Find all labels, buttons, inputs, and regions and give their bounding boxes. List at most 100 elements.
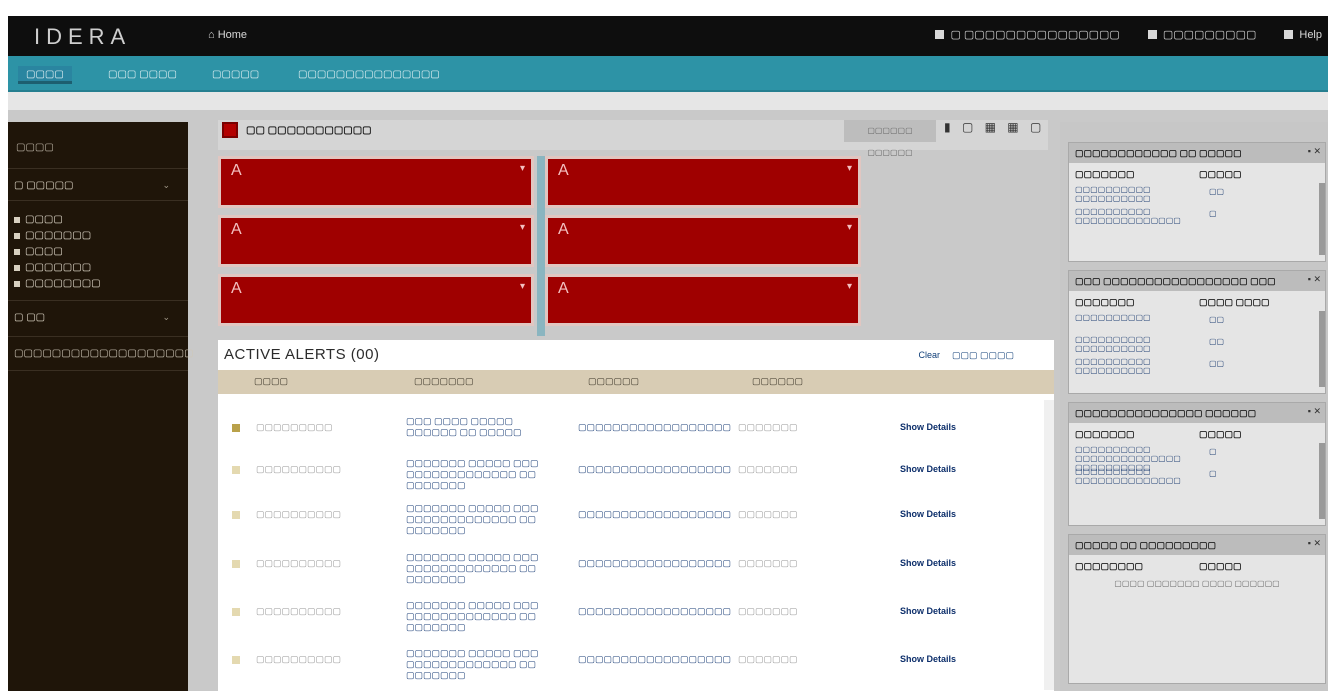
alert-icon: A	[231, 280, 242, 297]
clear-alerts-link[interactable]: Clear	[918, 350, 940, 361]
table-row[interactable]: ▢▢▢▢▢▢▢▢▢ ▢▢▢ ▢▢▢▢ ▢▢▢▢▢ ▢▢▢▢▢▢ ▢▢ ▢▢▢▢▢ ▢…	[218, 416, 1054, 460]
main-nav: ▢▢▢▢ ▢▢▢ ▢▢▢▢ ▢▢▢▢▢ ▢▢▢▢▢▢▢▢▢▢▢▢▢▢▢	[8, 56, 1328, 92]
sidebar-group-instances[interactable]: ▢ ▢▢▢▢▢	[14, 180, 73, 191]
view-all-link[interactable]: ▢▢▢ ▢▢▢▢	[952, 350, 1014, 361]
metric-tile[interactable]: A ▾	[218, 215, 534, 267]
metric-tile[interactable]: A ▾	[545, 215, 861, 267]
table-row[interactable]: ▢▢▢▢▢▢▢▢▢▢ ▢▢▢▢▢▢▢ ▢▢▢▢▢ ▢▢▢ ▢▢▢▢▢▢▢▢▢▢▢▢…	[218, 648, 1054, 691]
widget-col-header: ▢▢▢▢▢▢▢	[1075, 297, 1135, 307]
widget-controls-icon[interactable]: ▪ ✕	[1308, 274, 1321, 285]
widget-item-link[interactable]: ▢▢▢▢▢▢▢▢▢▢ ▢▢▢▢▢▢▢▢▢▢	[1075, 357, 1193, 375]
column-header[interactable]: ▢▢▢▢▢▢	[752, 376, 803, 387]
tab-administration[interactable]: ▢▢▢▢▢▢▢▢▢▢▢▢▢▢▢	[290, 66, 448, 84]
widget-item-link[interactable]: ▢▢▢▢▢▢▢▢▢▢ ▢▢▢▢▢▢▢▢▢▢	[1075, 335, 1193, 353]
tab-alerts[interactable]: ▢▢▢▢▢	[204, 66, 267, 84]
sidebar-item[interactable]: ▢▢▢▢▢▢▢	[14, 262, 91, 273]
help-icon	[1284, 30, 1294, 39]
widget-scrollbar[interactable]	[1319, 443, 1325, 519]
alert-summary[interactable]: ▢▢▢▢▢▢▢ ▢▢▢▢▢ ▢▢▢ ▢▢▢▢▢▢▢▢▢▢▢▢▢ ▢▢ ▢▢▢▢▢…	[406, 458, 566, 491]
column-header[interactable]: ▢▢▢▢▢▢	[588, 376, 639, 387]
chevron-down-icon[interactable]: ▾	[847, 281, 852, 292]
home-link[interactable]: ⌂ Home	[208, 29, 247, 41]
alert-icon: A	[558, 221, 569, 238]
widget-col-header: ▢▢▢▢▢	[1199, 561, 1242, 571]
chevron-down-icon[interactable]: ▾	[847, 163, 852, 174]
tab-home[interactable]: ▢▢▢▢	[18, 66, 72, 84]
alert-summary[interactable]: ▢▢▢▢▢▢▢ ▢▢▢▢▢ ▢▢▢ ▢▢▢▢▢▢▢▢▢▢▢▢▢ ▢▢ ▢▢▢▢▢…	[406, 503, 566, 536]
sidebar-footer-link[interactable]: ▢▢▢▢▢▢▢▢▢▢▢▢▢▢▢▢▢▢▢	[14, 348, 194, 359]
metric-tile[interactable]: A ▾	[218, 274, 534, 326]
chevron-down-icon[interactable]: ▾	[520, 163, 525, 174]
alert-summary[interactable]: ▢▢▢▢▢▢▢ ▢▢▢▢▢ ▢▢▢ ▢▢▢▢▢▢▢▢▢▢▢▢▢ ▢▢ ▢▢▢▢▢…	[406, 600, 566, 633]
chevron-down-icon[interactable]: ▾	[847, 222, 852, 233]
idera-logo[interactable]: IDERA	[34, 24, 131, 50]
metric-tile[interactable]: A ▾	[218, 156, 534, 208]
view-toggle-icons[interactable]: ▮ ▢ ▦ ▦ ▢	[944, 120, 1045, 134]
user-menu[interactable]: ▢▢▢▢▢▢▢▢▢	[1147, 28, 1257, 41]
page-frame: IDERA ⌂ Home ▢ ▢▢▢▢▢▢▢▢▢▢▢▢▢▢▢ ▢▢▢▢▢▢▢▢▢…	[0, 0, 1328, 691]
instance-filter[interactable]: ▢▢▢▢▢▢ ▢▢▢▢▢▢	[844, 120, 936, 157]
widget-item-link[interactable]: ▢▢▢▢▢▢▢▢▢▢ ▢▢▢▢▢▢▢▢▢▢▢▢▢▢	[1075, 207, 1193, 225]
chevron-down-icon[interactable]: ⌄	[162, 312, 170, 323]
show-details-link[interactable]: Show Details	[900, 606, 956, 617]
chevron-down-icon[interactable]: ▾	[520, 222, 525, 233]
sidebar-item-label: ▢▢▢▢▢▢▢	[25, 230, 92, 241]
severity-icon	[232, 466, 240, 474]
widget-item-link[interactable]: ▢▢▢▢▢▢▢▢▢▢ ▢▢▢▢▢▢▢▢▢▢	[1075, 185, 1193, 203]
alert-instance[interactable]: ▢▢▢▢▢▢▢▢▢▢▢▢▢▢▢▢▢▢	[578, 464, 731, 475]
sidebar-item[interactable]: ▢▢▢▢	[14, 246, 63, 257]
alert-date: ▢▢▢▢▢▢▢▢▢▢	[256, 654, 342, 664]
tab-overview[interactable]: ▢▢▢ ▢▢▢▢	[100, 66, 185, 84]
table-row[interactable]: ▢▢▢▢▢▢▢▢▢▢ ▢▢▢▢▢▢▢ ▢▢▢▢▢ ▢▢▢ ▢▢▢▢▢▢▢▢▢▢▢▢…	[218, 458, 1054, 502]
server-menu[interactable]: ▢ ▢▢▢▢▢▢▢▢▢▢▢▢▢▢▢	[935, 28, 1120, 41]
widget-controls-icon[interactable]: ▪ ✕	[1308, 146, 1321, 157]
chevron-down-icon[interactable]: ▾	[520, 281, 525, 292]
widget-item-link[interactable]: ▢▢▢▢▢▢▢▢▢▢ ▢▢▢▢▢▢▢▢▢▢▢▢▢▢	[1075, 467, 1193, 485]
instance-header: ▢▢ ▢▢▢▢▢▢▢▢▢▢▢ ▢▢▢▢▢▢ ▢▢▢▢▢▢ ▮ ▢ ▦ ▦ ▢	[218, 120, 1048, 157]
sidebar-item[interactable]: ▢▢▢▢▢▢▢	[14, 230, 91, 241]
alert-instance[interactable]: ▢▢▢▢▢▢▢▢▢▢▢▢▢▢▢▢▢▢	[578, 558, 731, 569]
alert-instance[interactable]: ▢▢▢▢▢▢▢▢▢▢▢▢▢▢▢▢▢▢	[578, 422, 731, 433]
table-row[interactable]: ▢▢▢▢▢▢▢▢▢▢ ▢▢▢▢▢▢▢ ▢▢▢▢▢ ▢▢▢ ▢▢▢▢▢▢▢▢▢▢▢▢…	[218, 503, 1054, 547]
help-label: Help	[1299, 28, 1322, 41]
sidebar-item-label: ▢▢▢▢	[25, 214, 63, 225]
column-header[interactable]: ▢▢▢▢▢▢▢	[414, 376, 474, 387]
table-row[interactable]: ▢▢▢▢▢▢▢▢▢▢ ▢▢▢▢▢▢▢ ▢▢▢▢▢ ▢▢▢ ▢▢▢▢▢▢▢▢▢▢▢▢…	[218, 552, 1054, 596]
user-label: ▢▢▢▢▢▢▢▢▢	[1162, 29, 1257, 41]
widget-scrollbar[interactable]	[1319, 311, 1325, 387]
sidebar-item[interactable]: ▢▢▢▢	[14, 214, 63, 225]
sidebar-item[interactable]: ▢▢▢▢▢▢▢▢	[14, 278, 101, 289]
sidebar-divider	[8, 336, 188, 337]
widget-item-link[interactable]: ▢▢▢▢▢▢▢▢▢▢	[1075, 313, 1193, 322]
sidebar-group-tags[interactable]: ▢ ▢▢	[14, 312, 45, 323]
show-details-link[interactable]: Show Details	[900, 509, 956, 520]
instance-name[interactable]: ▢▢ ▢▢▢▢▢▢▢▢▢▢▢	[246, 125, 372, 136]
show-details-link[interactable]: Show Details	[900, 558, 956, 569]
show-details-link[interactable]: Show Details	[900, 422, 956, 433]
server-label: ▢ ▢▢▢▢▢▢▢▢▢▢▢▢▢▢▢	[950, 29, 1120, 41]
alert-summary[interactable]: ▢▢▢ ▢▢▢▢ ▢▢▢▢▢ ▢▢▢▢▢▢ ▢▢ ▢▢▢▢▢	[406, 416, 566, 438]
widget-scrollbar[interactable]	[1319, 183, 1325, 255]
chevron-down-icon[interactable]: ⌄	[162, 180, 170, 191]
widget-controls-icon[interactable]: ▪ ✕	[1308, 406, 1321, 417]
widget-col-header: ▢▢▢▢▢▢▢	[1075, 429, 1135, 439]
column-header[interactable]: ▢▢▢▢	[254, 376, 288, 387]
tile-divider	[537, 156, 545, 336]
alert-instance[interactable]: ▢▢▢▢▢▢▢▢▢▢▢▢▢▢▢▢▢▢	[578, 509, 731, 520]
sidebar-divider	[8, 370, 188, 371]
alert-instance[interactable]: ▢▢▢▢▢▢▢▢▢▢▢▢▢▢▢▢▢▢	[578, 654, 731, 665]
metric-tile[interactable]: A ▾	[545, 156, 861, 208]
show-details-link[interactable]: Show Details	[900, 464, 956, 475]
widget-item-value: ▢▢	[1209, 337, 1225, 346]
alert-source: ▢▢▢▢▢▢▢	[738, 464, 798, 474]
show-details-link[interactable]: Show Details	[900, 654, 956, 665]
alert-instance[interactable]: ▢▢▢▢▢▢▢▢▢▢▢▢▢▢▢▢▢▢	[578, 606, 731, 617]
metric-tile[interactable]: A ▾	[545, 274, 861, 326]
widget-col-header: ▢▢▢▢▢	[1199, 429, 1242, 439]
table-row[interactable]: ▢▢▢▢▢▢▢▢▢▢ ▢▢▢▢▢▢▢ ▢▢▢▢▢ ▢▢▢ ▢▢▢▢▢▢▢▢▢▢▢▢…	[218, 600, 1054, 644]
help-menu[interactable]: Help	[1284, 28, 1322, 41]
alert-summary[interactable]: ▢▢▢▢▢▢▢ ▢▢▢▢▢ ▢▢▢ ▢▢▢▢▢▢▢▢▢▢▢▢▢ ▢▢ ▢▢▢▢▢…	[406, 648, 566, 681]
status-icon	[14, 248, 20, 255]
widget-controls-icon[interactable]: ▪ ✕	[1308, 538, 1321, 549]
alert-summary[interactable]: ▢▢▢▢▢▢▢ ▢▢▢▢▢ ▢▢▢ ▢▢▢▢▢▢▢▢▢▢▢▢▢ ▢▢ ▢▢▢▢▢…	[406, 552, 566, 585]
